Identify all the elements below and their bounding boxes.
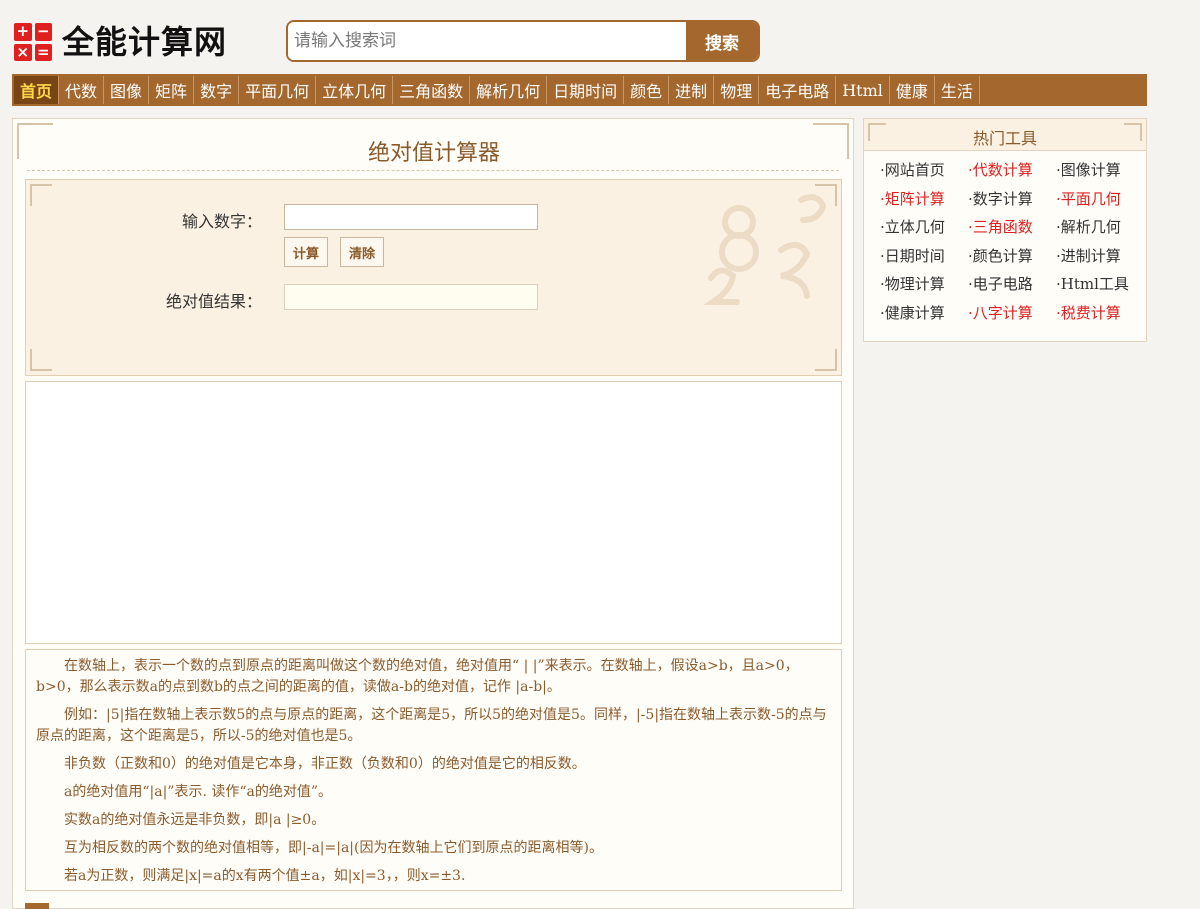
hot-tool-link[interactable]: ·进制计算 xyxy=(1056,247,1136,267)
number-input-label: 输入数字： xyxy=(182,212,263,231)
calculator-logo-icon: + − × = xyxy=(14,23,52,61)
nav-item-1[interactable]: 代数 xyxy=(59,76,105,104)
description-paragraph: 若a为正数，则满足|x|=a的x有两个值±a，如|x|=3，，则x=±3. xyxy=(64,868,466,884)
minus-icon: − xyxy=(34,23,52,41)
result-label: 绝对值结果： xyxy=(166,292,263,311)
nav-item-7[interactable]: 三角函数 xyxy=(393,76,471,104)
hot-tool-link[interactable]: ·健康计算 xyxy=(880,304,968,324)
description-paragraph: 互为相反数的两个数的绝对值相等，即|-a|=|a|(因为在数轴上它们到原点的距离… xyxy=(64,840,603,856)
hot-tool-link[interactable]: ·图像计算 xyxy=(1056,161,1136,181)
title-divider xyxy=(27,170,839,171)
main-panel: 绝对值计算器 输入数字： 计算 清除 绝对值结果： 在数轴上，表示一个数的点到原… xyxy=(12,118,854,909)
hot-tool-link[interactable]: ·税费计算 xyxy=(1056,304,1136,324)
site-logo[interactable]: + − × = 全能计算网 xyxy=(14,22,227,62)
nav-item-12[interactable]: 物理 xyxy=(714,76,760,104)
hot-tools-title: 热门工具 xyxy=(972,129,1037,148)
nav-item-2[interactable]: 图像 xyxy=(104,76,150,104)
nav-item-11[interactable]: 进制 xyxy=(669,76,715,104)
description-paragraph: 例如：|5|指在数轴上表示数5的点与原点的距离，这个距离是5，所以5的绝对值是5… xyxy=(36,707,827,744)
nav-item-13[interactable]: 电子电路 xyxy=(759,76,837,104)
corner-ornament xyxy=(30,184,52,206)
hot-tool-link[interactable]: ·解析几何 xyxy=(1056,218,1136,238)
nav-item-0[interactable]: 首页 xyxy=(14,76,60,104)
search-input[interactable] xyxy=(288,22,686,60)
nav-item-14[interactable]: Html xyxy=(836,76,890,104)
site-header: + − × = 全能计算网 搜索 xyxy=(0,0,1200,74)
search-form: 搜索 xyxy=(286,20,760,62)
number-input[interactable] xyxy=(284,204,538,230)
multiply-icon: × xyxy=(14,43,32,61)
hot-tool-link[interactable]: ·Html工具 xyxy=(1056,275,1136,295)
nav-item-6[interactable]: 立体几何 xyxy=(316,76,394,104)
description-paragraph: a的绝对值用“|a|”表示. 读作“a的绝对值”。 xyxy=(64,784,333,800)
hot-tools-header: 热门工具 xyxy=(864,119,1146,151)
numbers-watermark-icon xyxy=(703,194,827,305)
nav-item-10[interactable]: 颜色 xyxy=(624,76,670,104)
hot-tool-link[interactable]: ·三角函数 xyxy=(968,218,1056,238)
hot-tool-link[interactable]: ·数字计算 xyxy=(968,190,1056,210)
hot-tool-link[interactable]: ·日期时间 xyxy=(880,247,968,267)
corner-ornament xyxy=(30,349,52,371)
nav-item-4[interactable]: 数字 xyxy=(194,76,240,104)
hot-tools-list: ·网站首页 ·代数计算 ·图像计算 ·矩阵计算 ·数字计算 ·平面几何 ·立体几何 ·三角函数… xyxy=(880,161,1136,323)
hot-tool-link[interactable]: ·网站首页 xyxy=(880,161,968,181)
corner-ornament xyxy=(815,349,837,371)
calculate-button[interactable]: 计算 xyxy=(284,237,328,267)
description-paragraph: 非负数（正数和0）的绝对值是它本身，非正数（负数和0）的绝对值是它的相反数。 xyxy=(64,756,586,772)
nav-item-16[interactable]: 生活 xyxy=(935,76,980,104)
calculator-form: 输入数字： 计算 清除 绝对值结果： xyxy=(25,179,842,376)
hot-tool-link[interactable]: ·立体几何 xyxy=(880,218,968,238)
description-paragraph: 在数轴上，表示一个数的点到原点的距离叫做这个数的绝对值，绝对值用“ | |”来表… xyxy=(36,658,799,695)
main-nav: 首页 代数 图像 矩阵 数字 平面几何 立体几何 三角函数 解析几何 日期时间 颜色 进制 物理 电子电路… xyxy=(12,74,1147,106)
description-paragraph: 实数a的绝对值永远是非负数，即|a |≥0。 xyxy=(64,812,326,828)
hot-tool-link[interactable]: ·矩阵计算 xyxy=(880,190,968,210)
nav-item-8[interactable]: 解析几何 xyxy=(470,76,548,104)
hot-tool-link[interactable]: ·八字计算 xyxy=(968,304,1056,324)
plus-icon: + xyxy=(14,23,32,41)
site-name: 全能计算网 xyxy=(62,23,228,61)
description-box: 在数轴上，表示一个数的点到原点的距离叫做这个数的绝对值，绝对值用“ | |”来表… xyxy=(25,649,842,891)
nav-item-3[interactable]: 矩阵 xyxy=(149,76,195,104)
hot-tool-link[interactable]: ·电子电路 xyxy=(968,275,1056,295)
nav-item-5[interactable]: 平面几何 xyxy=(239,76,317,104)
nav-item-15[interactable]: 健康 xyxy=(890,76,935,104)
nav-item-9[interactable]: 日期时间 xyxy=(547,76,625,104)
hot-tool-link[interactable]: ·平面几何 xyxy=(1056,190,1136,210)
page-title: 绝对值计算器 xyxy=(367,141,500,166)
ad-placeholder xyxy=(25,381,842,644)
search-button[interactable]: 搜索 xyxy=(686,22,758,60)
equals-icon: = xyxy=(34,43,52,61)
hot-tool-link[interactable]: ·颜色计算 xyxy=(968,247,1056,267)
hot-tool-link[interactable]: ·物理计算 xyxy=(880,275,968,295)
clear-button[interactable]: 清除 xyxy=(340,237,384,267)
result-field[interactable] xyxy=(284,284,538,310)
bottom-section-marker xyxy=(25,903,49,909)
hot-tools-panel: 热门工具 ·网站首页 ·代数计算 ·图像计算 ·矩阵计算 ·数字计算 ·平面几何 ·立体几何… xyxy=(863,118,1147,342)
hot-tool-link[interactable]: ·代数计算 xyxy=(968,161,1056,181)
